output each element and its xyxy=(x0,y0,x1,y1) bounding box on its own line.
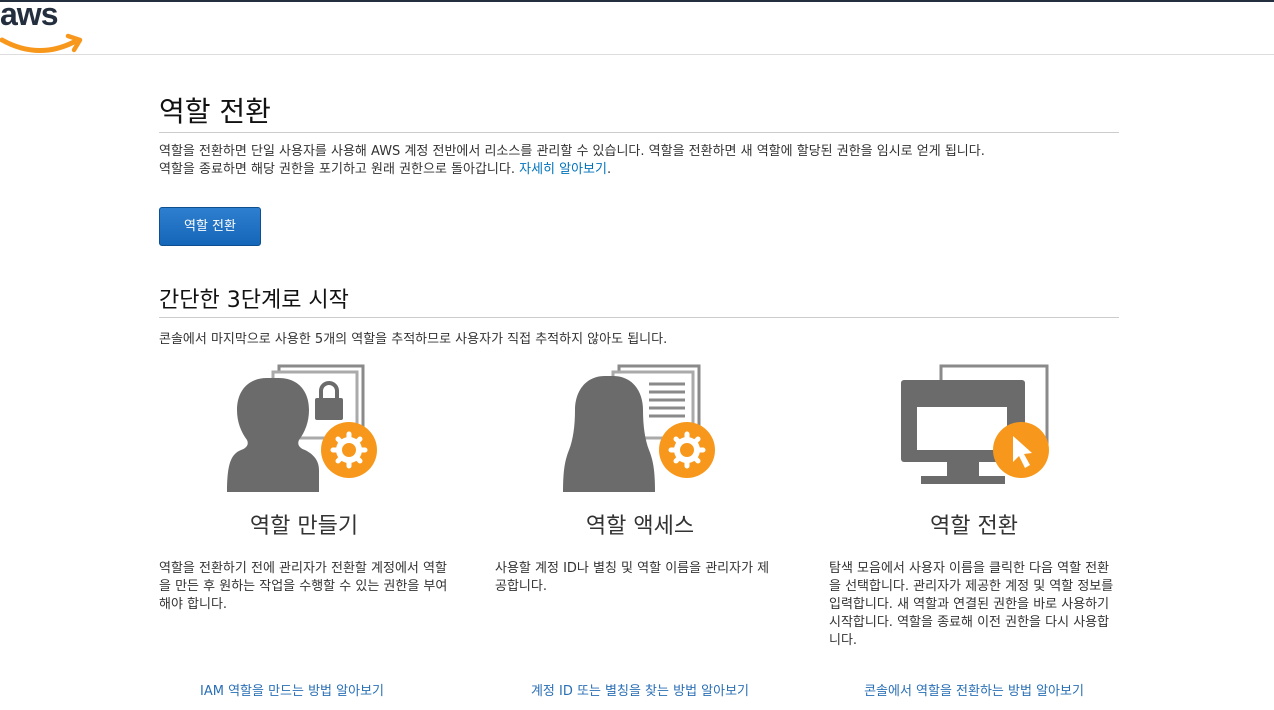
description-line-1: 역할을 전환하면 단일 사용자를 사용해 AWS 계정 전반에서 리소스를 관리… xyxy=(159,144,985,159)
monitor-cursor-icon xyxy=(901,364,1049,484)
card-link-find-account-id[interactable]: 계정 ID 또는 별칭을 찾는 방법 알아보기 xyxy=(495,680,785,699)
learn-more-link[interactable]: 자세히 알아보기 xyxy=(519,162,607,177)
main-content: 역할 전환 역할을 전환하면 단일 사용자를 사용해 AWS 계정 전반에서 리… xyxy=(159,92,1119,699)
top-header xyxy=(0,2,1274,55)
person-lock-gear-icon xyxy=(227,364,377,492)
card-title: 역할 만들기 xyxy=(249,514,359,539)
card-link-switch-role-console[interactable]: 콘솔에서 역할을 전환하는 방법 알아보기 xyxy=(829,680,1119,699)
card-text: 역할을 전환하기 전에 관리자가 전환할 계정에서 역할을 만든 후 원하는 작… xyxy=(159,561,448,612)
logo-text: aws xyxy=(0,0,58,32)
page-title: 역할 전환 xyxy=(159,92,1119,133)
switch-role-button[interactable]: 역할 전환 xyxy=(159,207,261,246)
card-title: 역할 전환 xyxy=(930,514,1018,539)
person-document-gear-icon xyxy=(563,364,715,492)
card-text: 탐색 모음에서 사용자 이름을 클릭한 다음 역할 전환을 선택합니다. 관리자… xyxy=(829,561,1114,648)
card-text: 사용할 계정 ID나 별칭 및 역할 이름을 관리자가 제공합니다. xyxy=(495,561,770,594)
steps-title: 간단한 3단계로 시작 xyxy=(159,285,1119,318)
smile-arrow-icon xyxy=(0,33,83,53)
card-title: 역할 액세스 xyxy=(585,514,695,539)
description-line-2: 역할을 종료하면 해당 권한을 포기하고 원래 권한으로 돌아갑니다. 자세히 … xyxy=(159,161,1119,179)
card-link-create-role[interactable]: IAM 역할을 만드는 방법 알아보기 xyxy=(147,680,437,699)
aws-logo[interactable]: aws xyxy=(0,0,86,54)
learn-more-suffix: . xyxy=(606,162,612,177)
description-line-2-text: 역할을 종료하면 해당 권한을 포기하고 원래 권한으로 돌아갑니다. xyxy=(159,162,515,177)
steps-subtitle: 콘솔에서 마지막으로 사용한 5개의 역할을 추적하므로 사용자가 직접 추적하… xyxy=(159,332,668,347)
page-description: 역할을 전환하면 단일 사용자를 사용해 AWS 계정 전반에서 리소스를 관리… xyxy=(159,143,1119,179)
